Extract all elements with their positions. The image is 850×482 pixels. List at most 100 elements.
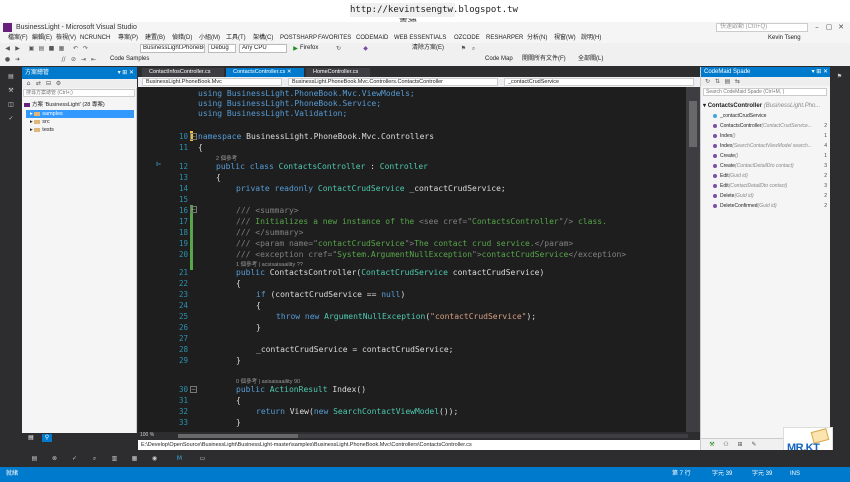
uncomment-icon[interactable]: ⊘ [70, 56, 77, 63]
save-icon[interactable]: ■ [48, 45, 55, 52]
start-debugging-icon[interactable]: ▶ [292, 45, 299, 52]
collapse-toggle[interactable]: − [190, 133, 197, 140]
terminal-icon[interactable]: ▭ [198, 454, 207, 463]
open-file-icon[interactable]: ▤ [38, 45, 45, 52]
menu-help[interactable]: 說明(H) [581, 33, 601, 43]
find-results-icon[interactable]: ⌕ [90, 454, 99, 463]
member-item[interactable]: _contactCrudService [713, 112, 829, 122]
quick-launch-input[interactable]: 快速啟動 (Ctrl+Q) [716, 23, 808, 32]
menu-favorites[interactable]: FAVORITES [318, 33, 351, 43]
solution-explorer-tab-icon[interactable]: ▤ [26, 434, 36, 442]
forward-icon[interactable]: ▶ [14, 45, 21, 52]
code-content[interactable]: using BusinessLight.PhoneBook.Mvc.ViewMo… [198, 87, 686, 432]
properties-icon[interactable]: ⚙ [55, 80, 62, 87]
sort-icon[interactable]: ⇅ [714, 78, 721, 85]
minimize-button[interactable]: – [812, 22, 822, 33]
back-icon[interactable]: ◀ [4, 45, 11, 52]
refresh-icon[interactable]: ↻ [335, 45, 342, 52]
error-list-icon[interactable]: ⊗ [50, 454, 59, 463]
undo-icon[interactable]: ↶ [72, 45, 79, 52]
class-node[interactable]: ▾ ContactsController (BusinessLight.Pho.… [703, 101, 829, 111]
menu-ozcode[interactable]: OZCODE [454, 33, 480, 43]
member-item[interactable]: Delete(Guid id) 2 [713, 192, 829, 202]
menu-view[interactable]: 檢視(V) [56, 33, 76, 43]
output-icon[interactable]: ▤ [30, 454, 39, 463]
task-list-icon[interactable]: ✓ [70, 454, 79, 463]
member-dropdown[interactable]: _contactCrudService [504, 78, 694, 86]
browser-select[interactable]: Firefox [300, 44, 318, 53]
tree-item-tests[interactable]: ▸ tests [30, 126, 54, 134]
platform-select[interactable]: Any CPU [239, 44, 287, 53]
immediate-window-icon[interactable]: ▦ [130, 454, 139, 463]
collapse-all-icon[interactable]: ⊟ [45, 80, 52, 87]
reorganize-icon[interactable]: ⇆ [734, 78, 741, 85]
signed-in-user[interactable]: Kevin Tseng [768, 33, 801, 43]
redo-icon[interactable]: ↷ [82, 45, 89, 52]
debug-icon[interactable]: ● [4, 56, 11, 63]
vertical-scrollbar[interactable] [686, 87, 700, 432]
toolbox-icon[interactable]: ⚒ [6, 87, 16, 95]
data-sources-icon[interactable]: ◫ [6, 101, 16, 109]
tree-item-src[interactable]: ▸ src [30, 118, 50, 126]
menu-resharper[interactable]: RESHARPER [486, 33, 523, 43]
maximize-button[interactable]: ▢ [824, 22, 834, 33]
collapse-toggle[interactable]: − [190, 386, 197, 393]
solution-node[interactable]: 方案 'BusinessLight' (28 專案) [24, 101, 105, 109]
code-editor[interactable]: 10 11 12 13 14 15 16 17 18 19 20 21 22 2… [138, 87, 686, 432]
menu-postsharp[interactable]: POSTSHARP [280, 33, 317, 43]
startup-project-select[interactable]: BusinessLight.PhoneBo [140, 44, 205, 53]
tree-item-samples[interactable]: ▸ samples [26, 110, 134, 118]
breakpoint-icon[interactable]: ◆ [362, 45, 369, 52]
test-explorer-icon[interactable]: ✓ [6, 115, 16, 123]
class-view-tab-icon[interactable]: ⊞ [735, 441, 745, 449]
codemaid-search-input[interactable]: Search CodeMaid Spade (Ctrl+M, ) [703, 88, 827, 96]
pin-icon[interactable]: ▾ ⊞ ✕ [812, 67, 828, 77]
watch-icon[interactable]: ◉ [150, 454, 159, 463]
menu-build[interactable]: 建置(B) [145, 33, 165, 43]
menu-architecture[interactable]: 架構(C) [253, 33, 273, 43]
reference-lens[interactable]: 0 個參考 | asisaisaaility 90 [236, 377, 300, 385]
step-icon[interactable]: ➜ [14, 56, 21, 63]
menu-analyze[interactable]: 分析(N) [527, 33, 547, 43]
server-explorer-icon[interactable]: ▤ [6, 73, 16, 81]
menu-team[interactable]: 小組(M) [199, 33, 220, 43]
menu-file[interactable]: 檔案(F) [8, 33, 28, 43]
menu-debug[interactable]: 偵錯(D) [172, 33, 192, 43]
layout-icon[interactable]: ▤ [724, 78, 731, 85]
comment-icon[interactable]: // [60, 56, 67, 63]
team-explorer-tab-icon[interactable]: ⚲ [42, 434, 52, 442]
code-map-button[interactable]: Code Map [485, 55, 513, 64]
save-all-button[interactable]: 全部關(L) [578, 55, 603, 64]
refresh-icon[interactable]: ↻ [704, 78, 711, 85]
menu-edit[interactable]: 編輯(E) [32, 33, 52, 43]
menu-tools[interactable]: 工具(T) [226, 33, 246, 43]
menu-codemaid[interactable]: CODEMAID [356, 33, 388, 43]
member-item[interactable]: Edit(Guid id) 2 [713, 172, 829, 182]
tab-contacts-controller[interactable]: ContactsController.cs ✕ [226, 68, 304, 77]
home-icon[interactable]: ⌂ [25, 80, 32, 87]
zoom-select[interactable]: 100 % [140, 432, 168, 439]
member-item[interactable]: Index() 1 [713, 132, 829, 142]
codemaid-spade-tab-icon[interactable]: ⚒ [707, 441, 717, 449]
member-item[interactable]: ContactsController(ContactCrudService...… [713, 122, 829, 132]
solution-search-input[interactable]: 搜尋方案總管 (Ctrl+;) [23, 89, 135, 97]
save-all-icon[interactable]: ▦ [58, 45, 65, 52]
menu-web-essentials[interactable]: WEB ESSENTIALS [394, 33, 446, 43]
member-item[interactable]: Create() 1 [713, 152, 829, 162]
open-files-button[interactable]: 開關所有文件(F) [522, 55, 566, 64]
find-icon[interactable]: ⌕ [470, 45, 477, 52]
code-samples-button[interactable]: Code Samples [110, 55, 149, 64]
reference-lens[interactable]: 1 個參考 | acsisaisaaility ?? [236, 260, 303, 268]
ncrunch-icon[interactable]: M [175, 454, 184, 463]
outdent-icon[interactable]: ⇤ [90, 56, 97, 63]
collapse-toggle[interactable]: − [190, 206, 197, 213]
team-tab-icon[interactable]: ⚇ [721, 441, 731, 449]
project-dropdown[interactable]: BusinessLight.PhoneBook.Mvc [142, 78, 282, 86]
scrollbar-thumb[interactable] [178, 434, 298, 438]
new-project-icon[interactable]: ▣ [28, 45, 35, 52]
configuration-select[interactable]: Debug [208, 44, 236, 53]
tab-home-controller[interactable]: HomeController.cs [306, 68, 370, 77]
scrollbar-thumb[interactable] [689, 101, 697, 147]
tab-contactinfos-controller[interactable]: ContactInfosController.cs [142, 68, 224, 77]
indent-icon[interactable]: ⇥ [80, 56, 87, 63]
